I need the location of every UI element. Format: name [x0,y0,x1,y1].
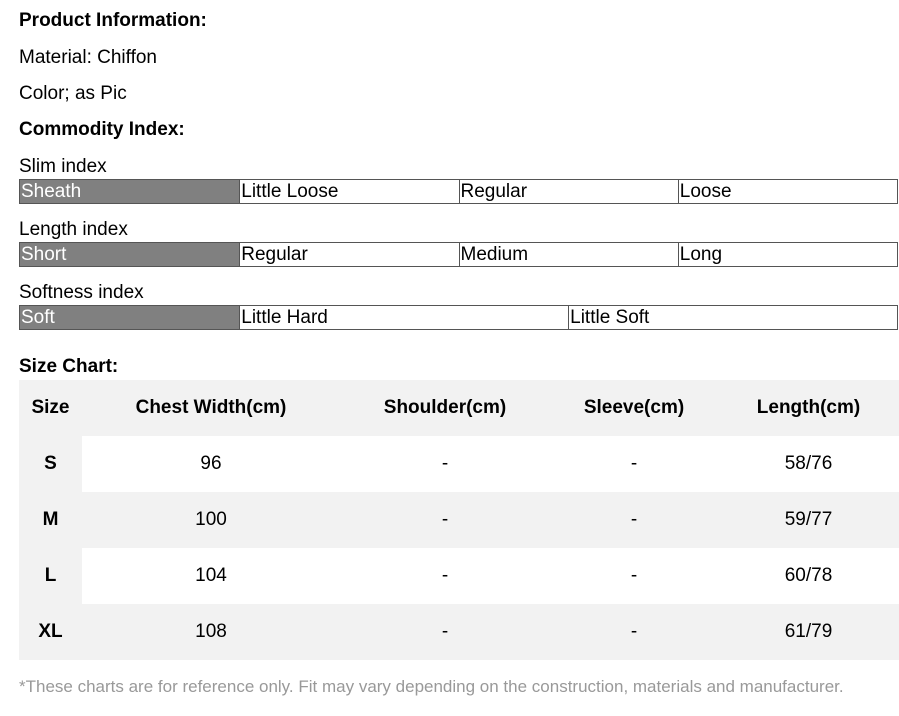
sleeve-cell: - [550,604,718,660]
commodity-index-heading: Commodity Index: [19,119,185,140]
softness-index-option: Soft [20,306,240,329]
length-cell: 59/77 [718,492,899,548]
shoulder-cell: - [340,492,550,548]
shoulder-cell: - [340,436,550,492]
slim-index-option: Regular [458,180,678,203]
table-row: XL 108 - - 61/79 [19,604,899,660]
length-index-option: Regular [239,243,458,266]
chest-width-cell: 96 [82,436,340,492]
length-index-bar: Short Regular Medium Long [19,242,898,267]
column-header-length: Length(cm) [718,380,899,436]
softness-index-bar: Soft Little Hard Little Soft [19,305,898,330]
sleeve-cell: - [550,436,718,492]
size-chart-heading: Size Chart: [19,356,119,377]
table-row: M 100 - - 59/77 [19,492,899,548]
sleeve-cell: - [550,492,718,548]
size-cell: S [19,436,82,492]
slim-index-bar: Sheath Little Loose Regular Loose [19,179,898,204]
table-row: S 96 - - 58/76 [19,436,899,492]
column-header-size: Size [19,380,82,436]
size-chart-table: Size Chest Width(cm) Shoulder(cm) Sleeve… [19,380,899,660]
softness-index-label: Softness index [19,282,144,303]
size-cell: XL [19,604,82,660]
chest-width-cell: 104 [82,548,340,604]
column-header-chest-width: Chest Width(cm) [82,380,340,436]
chest-width-cell: 108 [82,604,340,660]
slim-index-option: Little Loose [239,180,458,203]
size-cell: L [19,548,82,604]
slim-index-option: Sheath [20,180,240,203]
length-index-label: Length index [19,219,128,240]
size-cell: M [19,492,82,548]
material-line: Material: Chiffon [19,47,157,68]
slim-index-option: Loose [677,180,897,203]
sleeve-cell: - [550,548,718,604]
color-line: Color; as Pic [19,83,127,104]
reference-footnote: *These charts are for reference only. Fi… [19,677,844,696]
length-index-option: Medium [458,243,678,266]
length-cell: 60/78 [718,548,899,604]
shoulder-cell: - [340,604,550,660]
length-index-option: Short [20,243,240,266]
column-header-shoulder: Shoulder(cm) [340,380,550,436]
length-index-option: Long [677,243,897,266]
softness-index-option: Little Soft [568,306,897,329]
slim-index-label: Slim index [19,156,107,177]
length-cell: 61/79 [718,604,899,660]
table-row: L 104 - - 60/78 [19,548,899,604]
product-information-heading: Product Information: [19,10,207,31]
chest-width-cell: 100 [82,492,340,548]
column-header-sleeve: Sleeve(cm) [550,380,718,436]
product-details-page: Product Information: Material: Chiffon C… [0,0,899,716]
shoulder-cell: - [340,548,550,604]
size-chart-header-row: Size Chest Width(cm) Shoulder(cm) Sleeve… [19,380,899,436]
softness-index-option: Little Hard [239,306,568,329]
length-cell: 58/76 [718,436,899,492]
